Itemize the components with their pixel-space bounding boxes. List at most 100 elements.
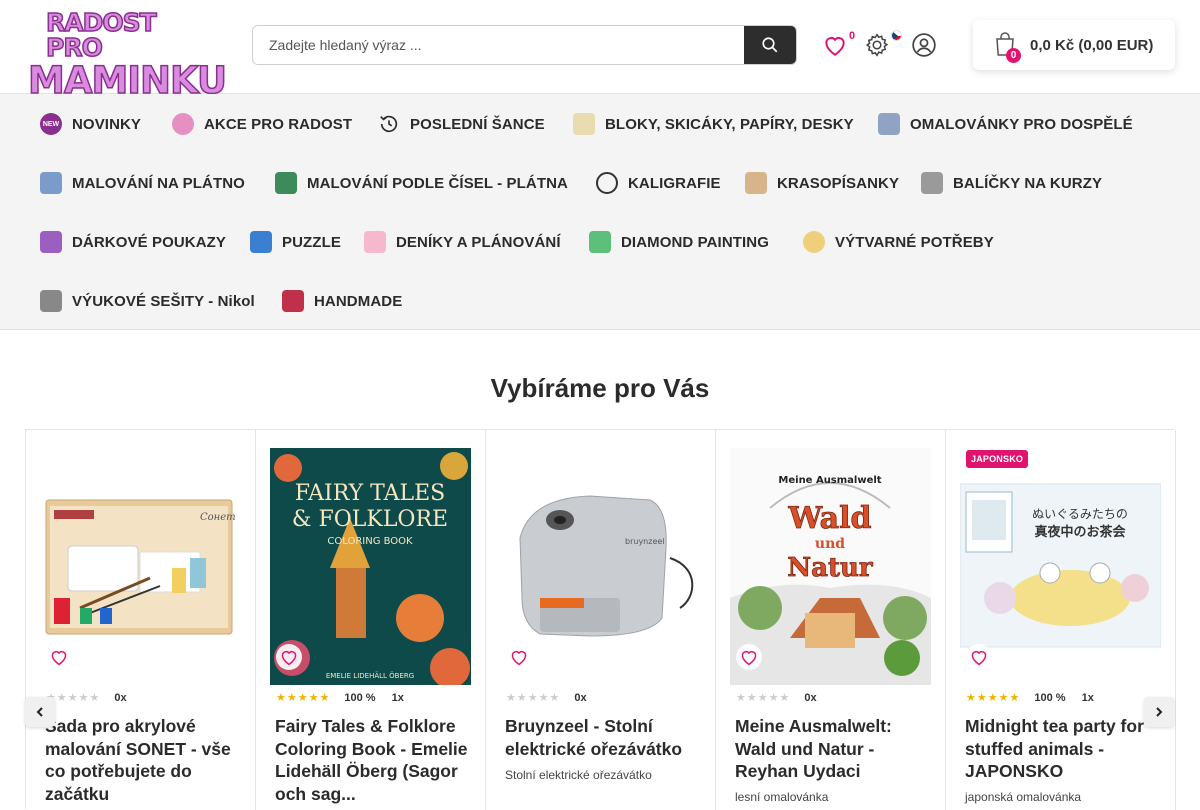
logo-line-1: RADOST PRO [45,8,157,62]
nav-item-krasopisanky[interactable]: KRASOPÍSANKY [745,168,899,198]
smiley-icon [172,113,194,135]
rating-count: 0x [114,692,127,704]
nav-item-posledni-sance[interactable]: POSLEDNÍ ŠANCE [378,109,545,139]
heart-icon [51,650,67,666]
chevron-right-icon [1156,707,1163,717]
product-rating: ★ ★ ★ ★ ★ 100 % 1x [966,691,1094,705]
product-card[interactable]: FAIRY TALES & FOLKLORE COLORING BOOK EME… [256,430,486,810]
star-icon: ★ [976,691,987,704]
heart-icon [971,650,987,666]
nav-item-poukazy[interactable]: DÁRKOVÉ POUKAZY [40,227,226,257]
cart-total: 0,0 Kč (0,00 EUR) [1030,36,1154,54]
star-icon: ★ [319,691,330,704]
nav-item-bloky[interactable]: BLOKY, SKICÁKY, PAPÍRY, DESKY [573,109,854,139]
search-bar [252,25,797,65]
nav-item-vyukove-sesity[interactable]: VÝUKOVÉ SEŠITY - Nikol [40,286,255,316]
product-card[interactable]: bruynzeel ★ ★ ★ ★ ★ 0x Bruynzeel - Stolní el… [486,430,716,810]
star-icon: ★ [966,691,976,704]
product-name[interactable]: Fairy Tales & Folklore Coloring Book - E… [275,715,470,805]
star-icon: ★ [757,691,768,704]
thread-spool-icon [282,290,304,312]
search-button[interactable] [744,26,796,64]
product-card[interactable]: ぬいぐるみたちの 真夜中のお茶会 JAPONSKO ★ ★ ★ ★ ★ 100 % 1x… [946,430,1176,810]
add-to-favorites-button[interactable] [46,644,72,670]
calligraphy-icon [596,172,618,194]
star-icon: ★ [998,691,1009,704]
cart-count-badge: 0 [1006,48,1021,63]
rating-stars: ★★★★★ [276,691,330,704]
planner-icon [364,231,386,253]
nav-item-novinky[interactable]: NEW NOVINKY [40,109,141,139]
nav-item-diamond[interactable]: DIAMOND PAINTING [589,227,769,257]
product-card[interactable]: Meine Ausmalwelt Wald und Natur ★ ★ ★ ★ ★ 0x… [716,430,946,810]
star-icon: ★ [779,691,790,704]
star-icon: ★ [516,691,527,704]
favorites-button[interactable] [820,30,850,60]
product-name[interactable]: Bruynzeel - Stolní elektrické ořezávátko [505,715,700,760]
product-description: japonská omalovánka [965,790,1082,804]
product-card[interactable]: Сонет ★★★★★ 0x Sada pro akrylové malován… [26,430,256,810]
product-name[interactable]: Meine Ausmalwelt: Wald und Natur - Reyha… [735,715,930,783]
nav-item-balicky[interactable]: BALÍČKY NA KURZY [921,168,1102,198]
star-icon: ★ [506,691,516,704]
product-description: Stolní elektrické ořezávátko [505,768,652,782]
settings-button[interactable] [862,30,892,60]
nav-item-podle-cisel[interactable]: MALOVÁNÍ PODLE ČÍSEL - PLÁTNA [275,168,568,198]
heart-icon [511,650,527,666]
puzzle-icon [250,231,272,253]
czech-flag-icon[interactable] [891,30,902,41]
handwriting-icon [745,172,767,194]
category-nav: NEW NOVINKY AKCE PRO RADOST POSLEDNÍ ŠAN… [0,94,1200,330]
nav-item-handmade[interactable]: HANDMADE [282,286,402,316]
wald-cover-title-3: und [815,536,845,552]
rating-percent: 100 % [344,692,376,704]
star-icon: ★ [549,691,560,704]
favorites-count: 0 [849,30,856,42]
nav-item-deniky[interactable]: DENÍKY A PLÁNOVÁNÍ [364,227,561,257]
svg-text:ぬいぐるみたちの: ぬいぐるみたちの [1032,507,1128,521]
product-name[interactable]: Midnight tea party for stuffed animals -… [965,715,1160,783]
add-to-favorites-button[interactable] [736,644,762,670]
search-icon [762,37,778,53]
palette-icon [803,231,825,253]
wald-cover-title-1: Meine Ausmalwelt [778,475,881,486]
fairy-cover-title-1: FAIRY TALES [295,481,445,506]
add-to-favorites-button[interactable] [506,644,532,670]
wald-cover-title-2: Wald [788,501,872,536]
star-icon: ★ [746,691,757,704]
nav-item-malovani-platno[interactable]: MALOVÁNÍ NA PLÁTNO [40,168,245,198]
history-clock-icon [380,115,398,133]
search-input[interactable] [253,26,745,64]
carousel-next-button[interactable] [1144,697,1174,727]
add-to-favorites-button[interactable] [966,644,992,670]
star-icon: ★ [308,691,319,704]
star-icon: ★ [1009,691,1020,704]
rating-stars: ★★★★★ [966,691,1020,704]
carousel-prev-button[interactable] [25,697,55,727]
add-to-favorites-button[interactable] [276,644,302,670]
sonet-brand-text: Сонет [200,512,236,523]
new-badge-icon: NEW [40,113,62,135]
star-icon: ★ [527,691,538,704]
nav-item-vytvarne[interactable]: VÝTVARNÉ POTŘEBY [803,227,994,257]
star-icon: ★ [56,691,67,704]
wald-cover-title-4: Natur [787,553,873,583]
bruynzeel-brand-text: bruynzeel [625,537,665,546]
rating-count: 0x [804,692,817,704]
star-icon: ★ [67,691,78,704]
nav-item-omalovanky[interactable]: OMALOVÁNKY PRO DOSPĚLÉ [878,109,1133,139]
nav-item-kaligrafie[interactable]: KALIGRAFIE [596,168,721,198]
star-icon: ★ [987,691,998,704]
nav-item-akce[interactable]: AKCE PRO RADOST [172,109,352,139]
cart-button[interactable]: 0 0,0 Kč (0,00 EUR) [973,20,1175,70]
product-description: lesní omalovánka [735,790,829,804]
site-logo[interactable]: RADOST PRO MAMINKU [27,8,228,100]
fairy-cover-author: EMELIE LIDEHÄLL ÖBERG [326,671,414,680]
heart-icon [741,650,757,666]
nav-item-puzzle[interactable]: PUZZLE [250,227,341,257]
account-button[interactable] [909,30,939,60]
product-rating: ★★★★★ 0x [506,691,587,705]
category-badge: JAPONSKO [966,450,1029,468]
product-name[interactable]: Sada pro akrylové malování SONET - vše c… [45,715,240,805]
rating-count: 1x [391,692,404,704]
